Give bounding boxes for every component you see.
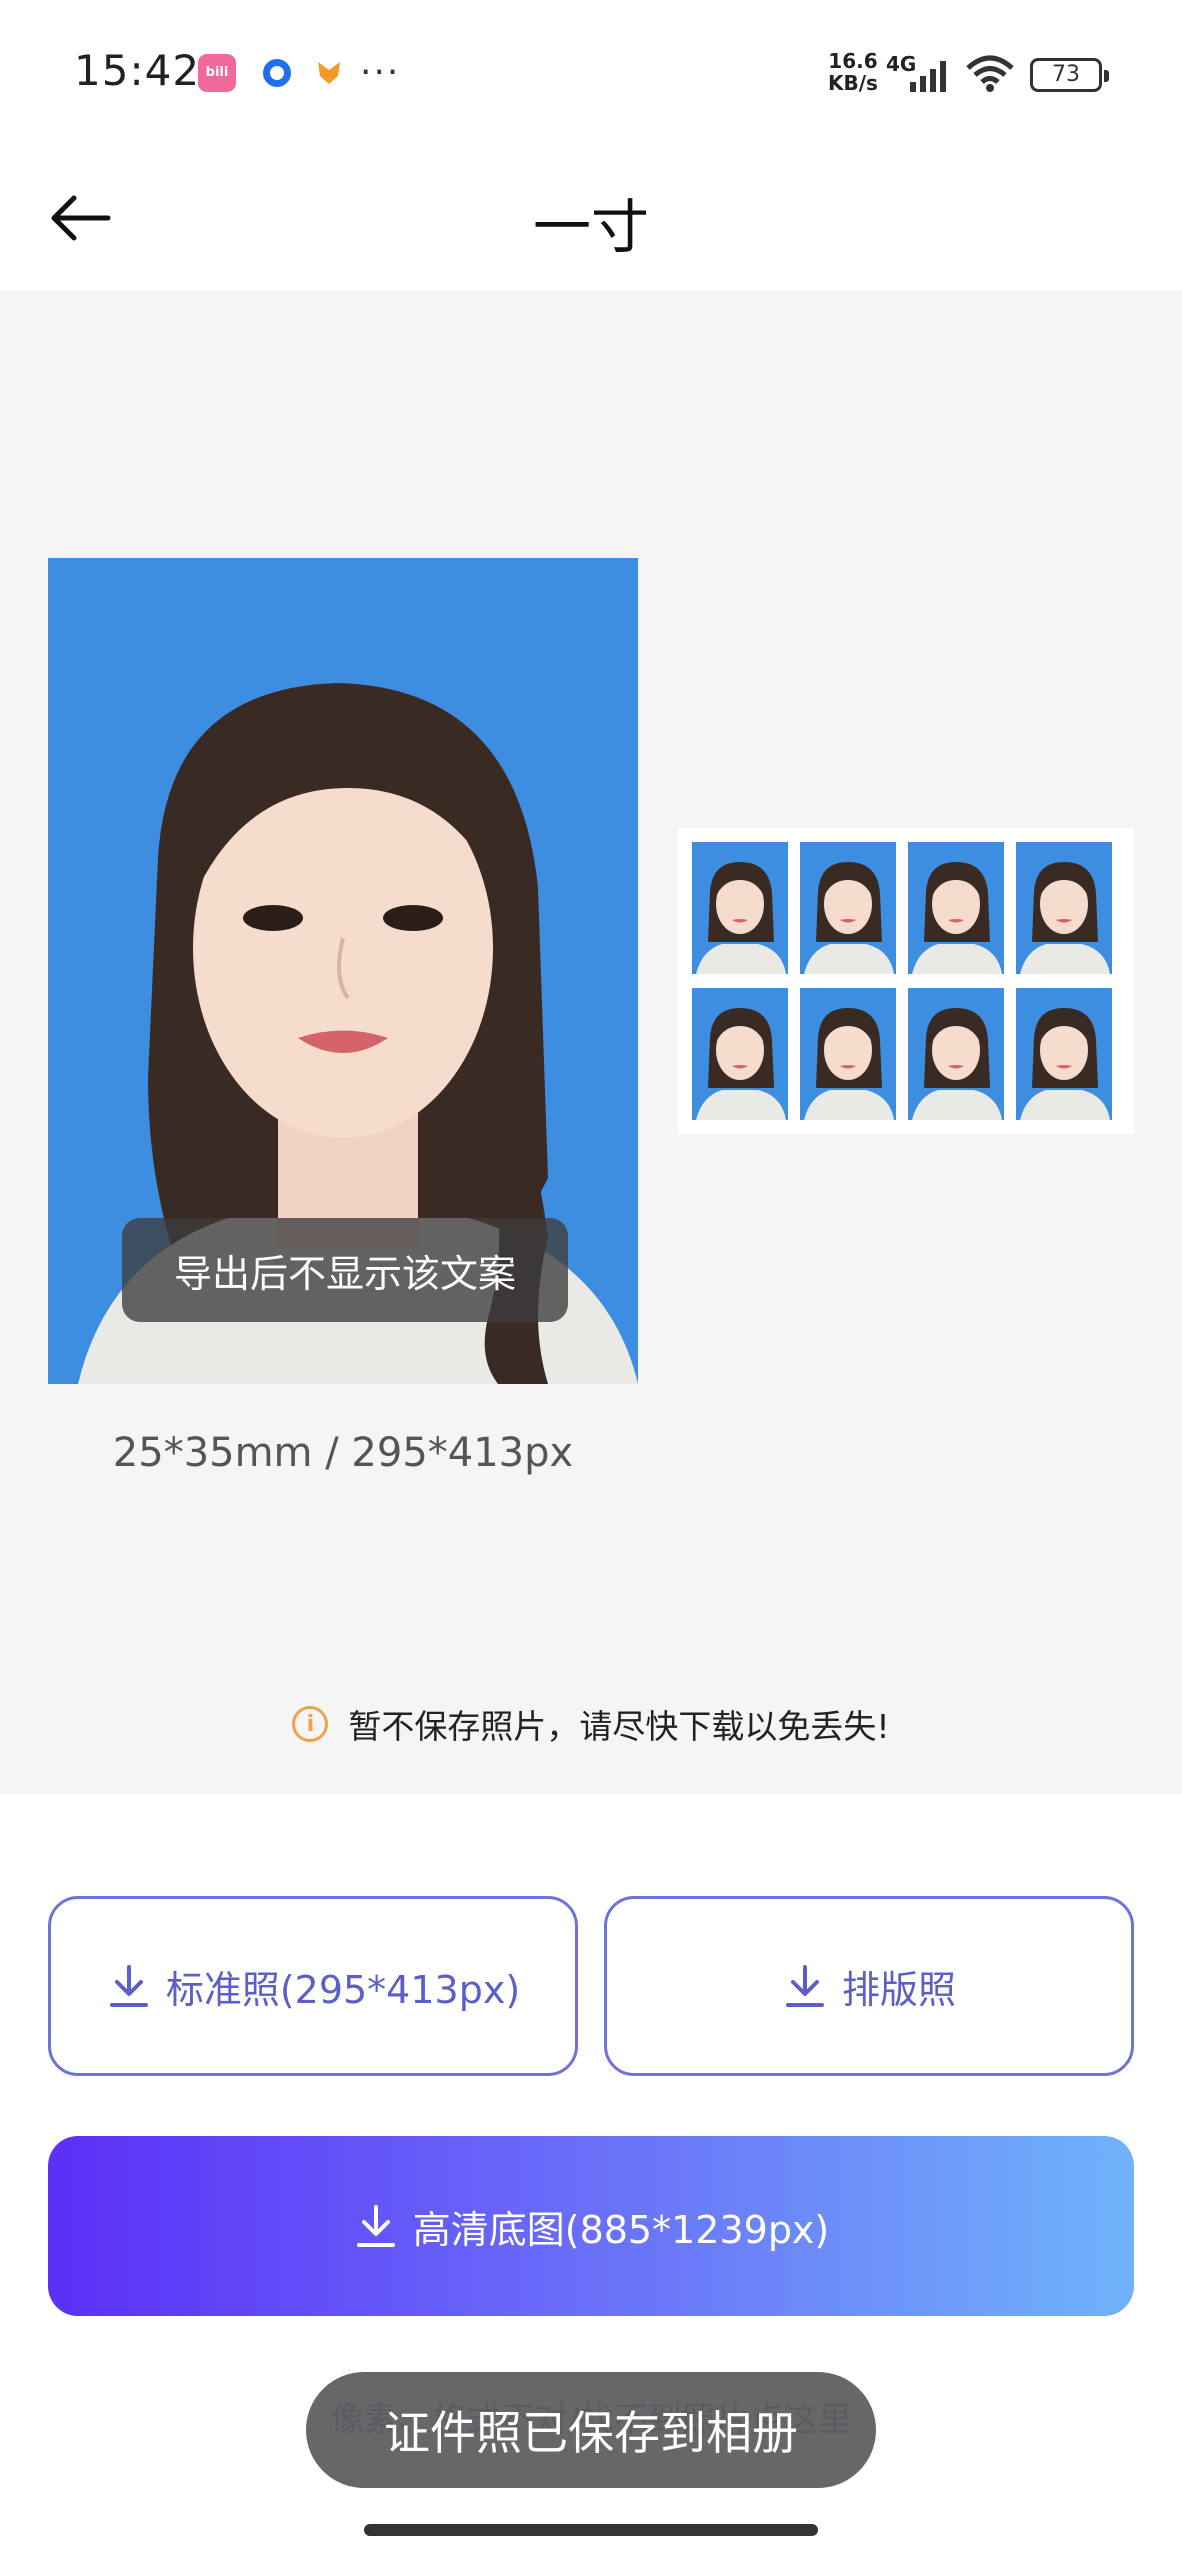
layout-thumbnail [908,988,1004,1120]
download-standard-button[interactable]: 标准照(295*413px) [48,1896,578,2076]
layout-thumbnail [692,988,788,1120]
download-standard-label: 标准照(295*413px) [165,1967,521,2012]
page-title: 一寸 [532,193,649,261]
layout-sheet-grid [692,842,1120,1120]
net-speed: 16.6 KB/s [828,50,878,94]
photo-size-label: 25*35mm / 295*413px [112,1430,574,1476]
home-indicator[interactable] [364,2524,818,2536]
toast-message: 证件照已保存到相册 [306,2372,876,2488]
layout-thumbnail [908,842,1004,974]
layout-thumbnail [692,842,788,974]
layout-thumbnail [800,842,896,974]
download-icon [785,1965,824,2007]
signal-icon [910,61,946,92]
battery-icon: 73 [1030,58,1109,92]
status-time: 15:42 [74,46,201,95]
bilibili-icon: bili [198,54,236,92]
blue-ring-app-icon [258,54,296,92]
layout-thumbnail [800,988,896,1120]
download-icon [356,2205,395,2247]
download-icon [109,1965,148,2007]
info-icon: i [292,1706,329,1742]
layout-thumbnail [1016,842,1112,974]
preview-area: 导出后不显示该文案 25*35mm / 295*413px i 暂不保存照片，请… [0,290,1182,1794]
more-notifications-icon: ··· [360,52,401,93]
save-notice-text: 暂不保存照片，请尽快下载以免丢失! [348,1707,890,1746]
id-photo-preview: 导出后不显示该文案 [48,558,638,1384]
download-layout-label: 排版照 [841,1967,956,2012]
status-bar: 15:42 bili ··· 16.6 KB/s 4G 73 [0,0,1182,150]
preview-watermark: 导出后不显示该文案 [122,1218,568,1322]
download-hd-button[interactable]: 高清底图(885*1239px) [48,2136,1134,2316]
fox-app-icon [310,54,348,92]
download-hd-label: 高清底图(885*1239px) [412,2207,830,2252]
net-speed-value: 16.6 [828,49,878,73]
download-layout-button[interactable]: 排版照 [604,1896,1134,2076]
layout-thumbnail [1016,988,1112,1120]
save-notice: i 暂不保存照片，请尽快下载以免丢失! [0,1700,1182,1748]
wifi-icon [966,55,1014,92]
layout-sheet-preview [678,828,1134,1134]
nav-bar: 一寸 [0,150,1182,290]
net-speed-unit: KB/s [828,71,878,95]
